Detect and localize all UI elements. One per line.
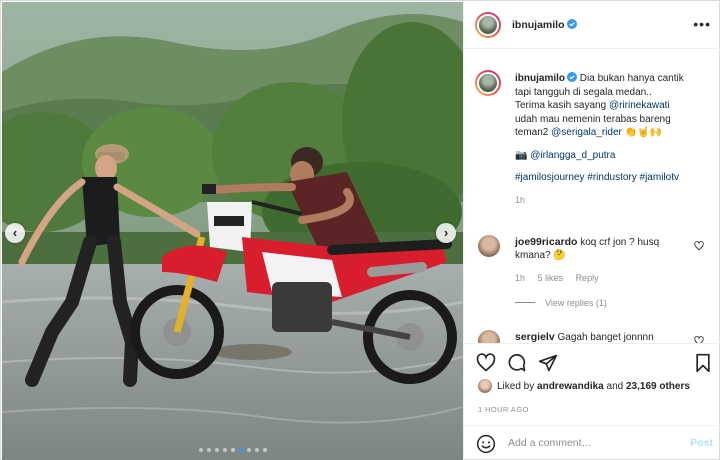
- mention-link[interactable]: @serigala_rider: [551, 127, 622, 138]
- action-bar: [464, 343, 720, 379]
- dirt-bike-photo: [2, 2, 463, 460]
- likes-summary: Liked by andrewandika and 23,169 others: [478, 379, 690, 393]
- mention-link[interactable]: @irlangga_d_putra: [530, 150, 615, 161]
- commenter-username[interactable]: joe99ricardo: [515, 236, 577, 248]
- share-paper-plane-icon[interactable]: [538, 353, 558, 373]
- comment-meta: 1h 5 likes Reply: [515, 273, 609, 283]
- carousel-next-button[interactable]: ›: [436, 223, 456, 243]
- carousel-dot: [198, 448, 203, 452]
- caption-age[interactable]: 1h: [515, 194, 715, 208]
- more-options-icon[interactable]: •••: [693, 16, 711, 32]
- hashtag-link[interactable]: #jamilotv: [640, 172, 679, 183]
- likes-count[interactable]: 23,169 others: [626, 381, 690, 392]
- post-timestamp[interactable]: 1 HOUR AGO: [478, 405, 529, 414]
- carousel-dot: [230, 448, 235, 452]
- save-bookmark-icon[interactable]: [693, 353, 713, 373]
- instagram-post-modal: ‹ › ibnujamilo ••• ibnujamilo Dia bukan …: [0, 0, 720, 460]
- verified-badge-icon: [566, 19, 577, 29]
- hashtag-link[interactable]: #jamilosjourney: [515, 172, 584, 183]
- add-comment-bar: Post: [464, 425, 720, 460]
- comment-input[interactable]: [508, 434, 678, 452]
- comment-bubble-icon[interactable]: [507, 353, 527, 373]
- comment-like-heart-icon[interactable]: [694, 336, 704, 343]
- liker-username[interactable]: andrewandika: [537, 381, 604, 392]
- post-header: ibnujamilo •••: [464, 2, 720, 49]
- view-replies-button[interactable]: View replies (1): [515, 298, 607, 308]
- caption-username[interactable]: ibnujamilo: [515, 73, 565, 84]
- carousel-dot: [214, 448, 219, 452]
- comment-like-heart-icon[interactable]: [694, 241, 704, 251]
- carousel-indicator: [2, 448, 463, 452]
- like-heart-icon[interactable]: [476, 353, 496, 373]
- commenter-avatar[interactable]: [478, 330, 500, 343]
- carousel-dot: [206, 448, 211, 452]
- carousel-dot: [254, 448, 259, 452]
- carousel-dot: [222, 448, 227, 452]
- comment-text: joe99ricardo koq crf jon ? husq kmana? 🤔: [515, 236, 660, 261]
- carousel-dot: [238, 448, 243, 452]
- post-photo[interactable]: ‹ ›: [2, 2, 463, 460]
- commenter-avatar[interactable]: [478, 235, 500, 257]
- caption-text: ibnujamilo Dia bukan hanya cantik tapi t…: [515, 72, 715, 207]
- camera-icon: 📷: [515, 149, 528, 161]
- commenter-username[interactable]: sergielv: [515, 331, 555, 343]
- carousel-dot: [246, 448, 251, 452]
- author-username[interactable]: ibnujamilo: [512, 19, 577, 31]
- comments-list[interactable]: ibnujamilo Dia bukan hanya cantik tapi t…: [464, 50, 720, 343]
- author-avatar[interactable]: [475, 12, 501, 38]
- comment-age[interactable]: 1h: [515, 273, 525, 283]
- liker-avatar[interactable]: [478, 379, 492, 393]
- comment-likes-count[interactable]: 5 likes: [538, 273, 564, 283]
- reply-button[interactable]: Reply: [576, 273, 599, 283]
- hashtag-link[interactable]: #rindustory: [587, 172, 636, 183]
- carousel-dot: [262, 448, 267, 452]
- emoji-smiley-icon[interactable]: [476, 434, 496, 454]
- caption-emojis: 👏🤘🙌: [624, 127, 663, 138]
- mention-link[interactable]: @ririnekawati: [609, 100, 670, 111]
- post-comment-button[interactable]: Post: [690, 437, 713, 449]
- carousel-prev-button[interactable]: ‹: [5, 223, 25, 243]
- post-side-panel: ibnujamilo ••• ibnujamilo Dia bukan hany…: [463, 2, 720, 460]
- caption-avatar[interactable]: [475, 70, 501, 96]
- comment-text: sergielv Gagah banget jonnnn: [515, 331, 654, 343]
- verified-badge-icon: [567, 72, 577, 82]
